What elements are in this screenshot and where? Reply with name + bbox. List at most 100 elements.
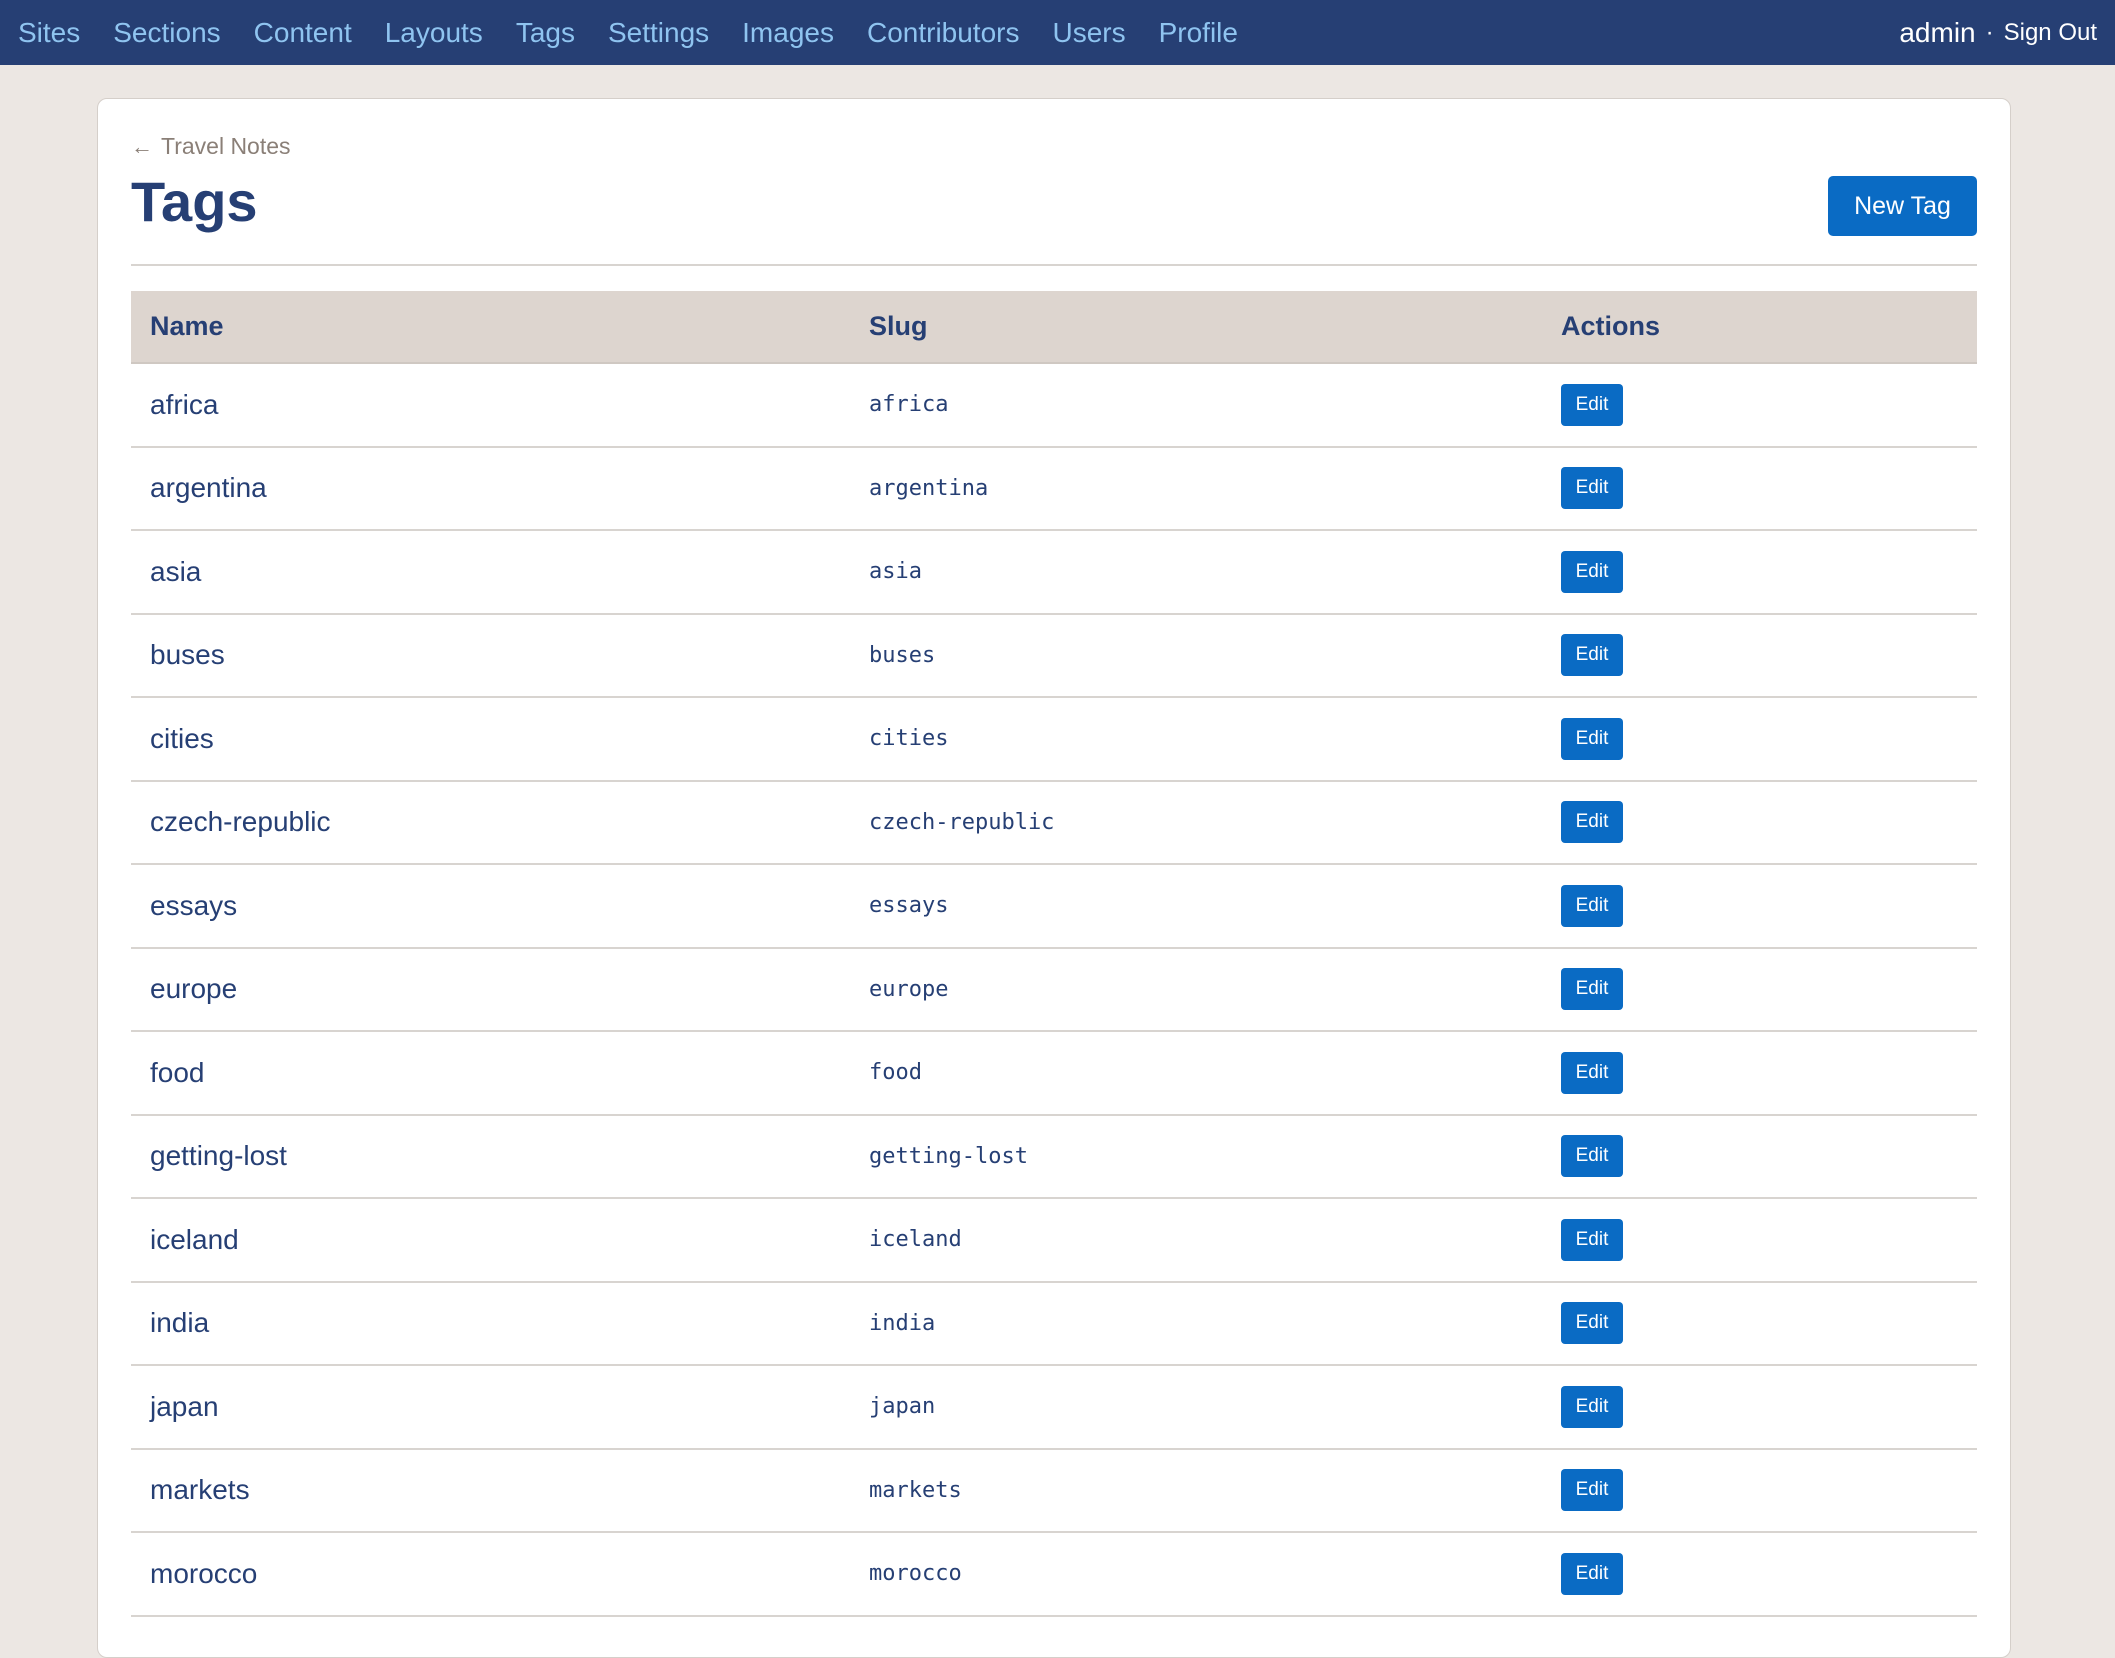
edit-button[interactable]: Edit (1561, 1552, 1623, 1595)
tag-name: cities (131, 697, 850, 782)
actions-cell: Edit (1542, 697, 1977, 782)
sign-out-link[interactable]: Sign Out (2004, 19, 2097, 47)
tag-name: buses (131, 613, 850, 698)
table-row: argentina argentina Edit (131, 446, 1977, 531)
tag-slug: essays (850, 864, 1542, 949)
tags-panel: ← Travel Notes Tags New Tag Name Slug Ac… (97, 98, 2011, 1658)
table-row: japan japan Edit (131, 1365, 1977, 1450)
table-row: africa africa Edit (131, 363, 1977, 448)
nav-link-content[interactable]: Content (254, 17, 352, 49)
table-row: iceland iceland Edit (131, 1198, 1977, 1283)
table-row: morocco morocco Edit (131, 1532, 1977, 1617)
current-username: admin (1899, 16, 1976, 48)
actions-cell: Edit (1542, 613, 1977, 698)
tag-name: czech-republic (131, 780, 850, 865)
tag-name: essays (131, 864, 850, 949)
edit-button[interactable]: Edit (1561, 634, 1623, 677)
tag-name: asia (131, 530, 850, 615)
nav-separator: · (1985, 18, 1994, 46)
edit-button[interactable]: Edit (1561, 1469, 1623, 1512)
edit-button[interactable]: Edit (1561, 550, 1623, 593)
nav-link-profile[interactable]: Profile (1159, 17, 1238, 49)
tags-table: Name Slug Actions africa africa Edit arg… (131, 291, 1977, 1617)
edit-button[interactable]: Edit (1561, 1385, 1623, 1428)
edit-button[interactable]: Edit (1561, 1302, 1623, 1345)
table-row: buses buses Edit (131, 613, 1977, 698)
column-header-name: Name (131, 291, 850, 364)
tag-name: food (131, 1031, 850, 1116)
edit-button[interactable]: Edit (1561, 1135, 1623, 1178)
table-row: europe europe Edit (131, 947, 1977, 1032)
table-row: asia asia Edit (131, 530, 1977, 615)
nav-link-sites[interactable]: Sites (18, 17, 80, 49)
tag-name: getting-lost (131, 1114, 850, 1199)
breadcrumb-site-name: Travel Notes (161, 133, 291, 159)
actions-cell: Edit (1542, 363, 1977, 448)
actions-cell: Edit (1542, 446, 1977, 531)
tag-slug: india (850, 1281, 1542, 1366)
table-row: cities cities Edit (131, 697, 1977, 782)
title-divider (131, 264, 1977, 266)
edit-button[interactable]: Edit (1561, 801, 1623, 844)
edit-button[interactable]: Edit (1561, 717, 1623, 760)
table-row: getting-lost getting-lost Edit (131, 1114, 1977, 1199)
tag-name: iceland (131, 1198, 850, 1283)
table-row: food food Edit (131, 1031, 1977, 1116)
nav-link-settings[interactable]: Settings (608, 17, 709, 49)
actions-cell: Edit (1542, 1031, 1977, 1116)
actions-cell: Edit (1542, 1198, 1977, 1283)
breadcrumb-back-link[interactable]: ← Travel Notes (131, 133, 291, 160)
tag-slug: food (850, 1031, 1542, 1116)
edit-button[interactable]: Edit (1561, 884, 1623, 927)
tag-slug: asia (850, 530, 1542, 615)
actions-cell: Edit (1542, 1365, 1977, 1450)
tag-name: argentina (131, 446, 850, 531)
nav-link-users[interactable]: Users (1052, 17, 1125, 49)
nav-link-tags[interactable]: Tags (516, 17, 575, 49)
nav-link-sections[interactable]: Sections (113, 17, 220, 49)
actions-cell: Edit (1542, 947, 1977, 1032)
tag-name: morocco (131, 1532, 850, 1617)
tag-name: africa (131, 363, 850, 448)
actions-cell: Edit (1542, 780, 1977, 865)
nav-link-contributors[interactable]: Contributors (867, 17, 1020, 49)
tag-name: europe (131, 947, 850, 1032)
actions-cell: Edit (1542, 1532, 1977, 1617)
tag-slug: morocco (850, 1532, 1542, 1617)
arrow-left-icon: ← (131, 133, 153, 159)
tag-slug: africa (850, 363, 1542, 448)
nav-link-images[interactable]: Images (742, 17, 834, 49)
top-navigation-bar: Sites Sections Content Layouts Tags Sett… (0, 0, 2115, 65)
new-tag-button[interactable]: New Tag (1828, 176, 1977, 236)
actions-cell: Edit (1542, 864, 1977, 949)
tag-slug: markets (850, 1448, 1542, 1533)
table-row: essays essays Edit (131, 864, 1977, 949)
tag-name: india (131, 1281, 850, 1366)
tag-slug: buses (850, 613, 1542, 698)
table-row: markets markets Edit (131, 1448, 1977, 1533)
tag-slug: iceland (850, 1198, 1542, 1283)
nav-link-layouts[interactable]: Layouts (385, 17, 483, 49)
table-row: czech-republic czech-republic Edit (131, 780, 1977, 865)
edit-button[interactable]: Edit (1561, 968, 1623, 1011)
tag-slug: argentina (850, 446, 1542, 531)
edit-button[interactable]: Edit (1561, 1218, 1623, 1261)
tags-table-body: africa africa Edit argentina argentina E… (131, 363, 1977, 1617)
edit-button[interactable]: Edit (1561, 383, 1623, 426)
tag-slug: cities (850, 697, 1542, 782)
actions-cell: Edit (1542, 1448, 1977, 1533)
actions-cell: Edit (1542, 1114, 1977, 1199)
edit-button[interactable]: Edit (1561, 1051, 1623, 1094)
tag-slug: japan (850, 1365, 1542, 1450)
actions-cell: Edit (1542, 530, 1977, 615)
column-header-slug: Slug (850, 291, 1542, 364)
column-header-actions: Actions (1542, 291, 1977, 364)
nav-links: Sites Sections Content Layouts Tags Sett… (18, 0, 1271, 65)
tag-slug: europe (850, 947, 1542, 1032)
tag-slug: getting-lost (850, 1114, 1542, 1199)
table-row: india india Edit (131, 1281, 1977, 1366)
page-title: Tags (131, 170, 258, 233)
table-header-row: Name Slug Actions (131, 291, 1977, 364)
actions-cell: Edit (1542, 1281, 1977, 1366)
edit-button[interactable]: Edit (1561, 467, 1623, 510)
